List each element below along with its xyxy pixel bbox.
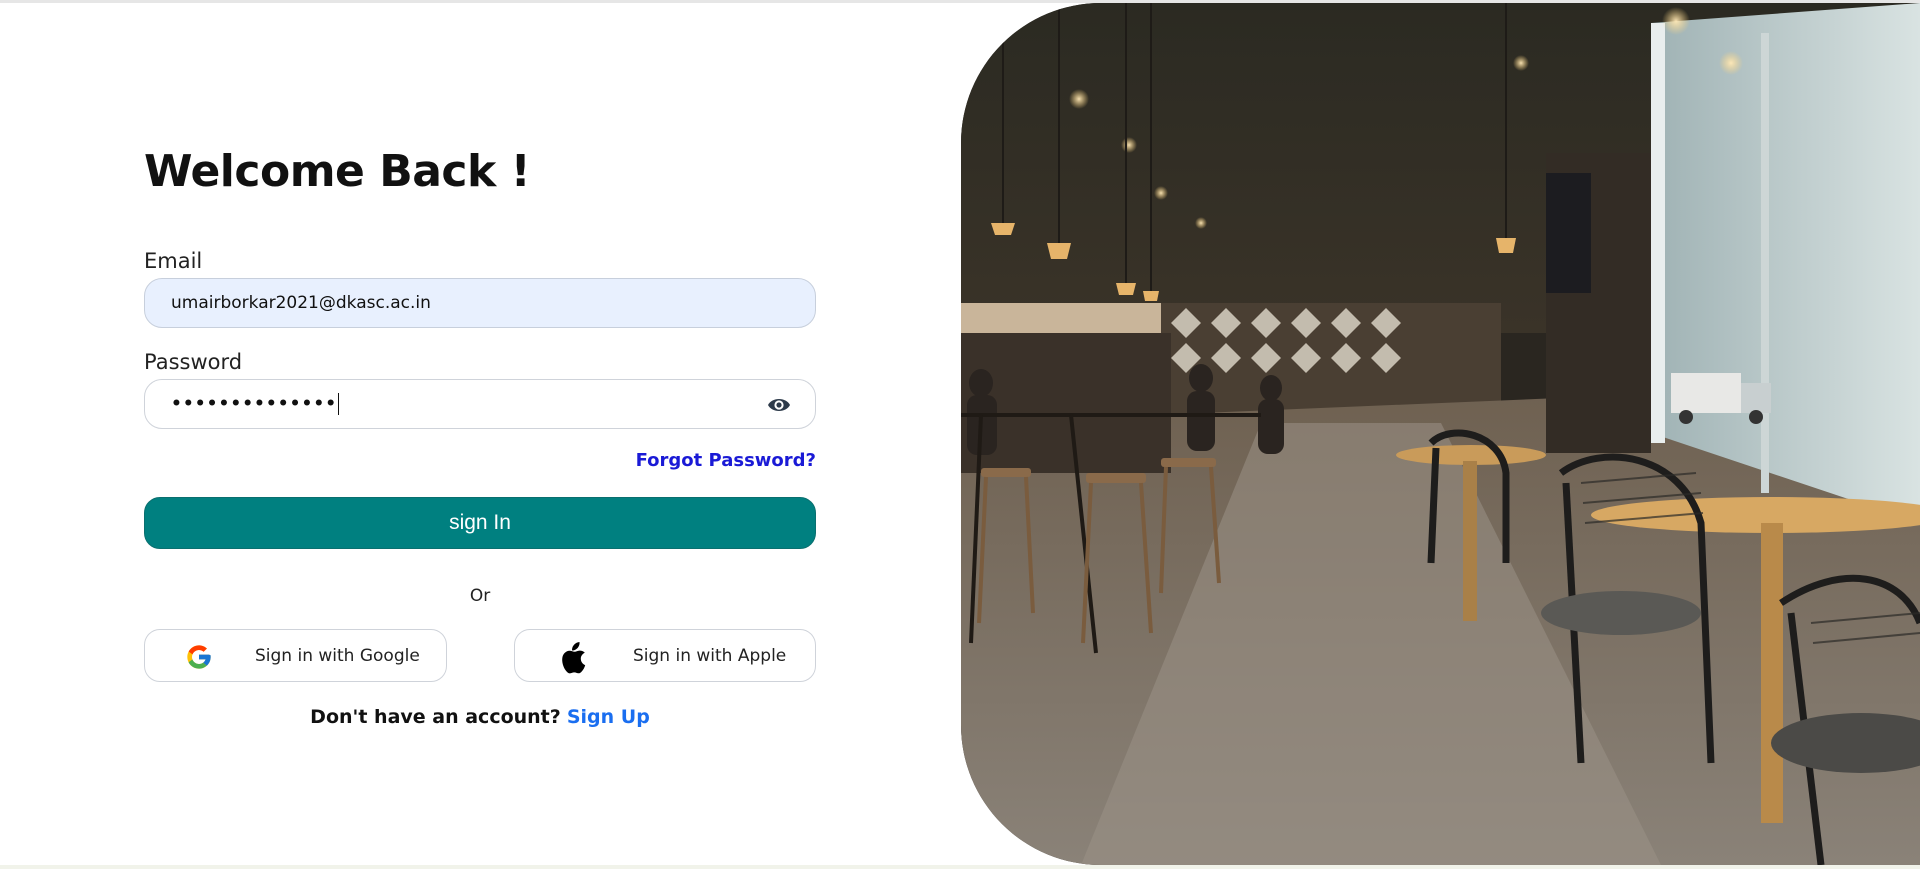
password-field[interactable]: ••••••••••••••: [144, 379, 816, 429]
email-value: umairborkar2021@dkasc.ac.in: [171, 293, 431, 313]
sign-in-button[interactable]: sign In: [144, 497, 816, 549]
email-label: Email: [144, 249, 203, 273]
text-caret: [338, 393, 340, 415]
signup-prompt: Don't have an account? Sign Up: [144, 706, 816, 728]
google-icon: [185, 643, 213, 671]
no-account-text: Don't have an account?: [310, 706, 561, 728]
cafe-interior-photo: [961, 3, 1920, 865]
password-value: ••••••••••••••: [171, 394, 338, 414]
apple-sign-in-label: Sign in with Apple: [633, 646, 787, 666]
google-sign-in-button[interactable]: Sign in with Google: [144, 629, 447, 682]
or-divider: Or: [469, 586, 491, 606]
page-title: Welcome Back !: [144, 146, 531, 197]
password-label: Password: [144, 350, 243, 374]
email-field[interactable]: umairborkar2021@dkasc.ac.in: [144, 278, 816, 328]
apple-sign-in-button[interactable]: Sign in with Apple: [514, 629, 816, 682]
eye-icon[interactable]: [767, 394, 791, 416]
google-sign-in-label: Sign in with Google: [255, 646, 420, 666]
sign-up-link[interactable]: Sign Up: [567, 706, 650, 728]
bottom-border: [0, 865, 1920, 869]
forgot-password-link[interactable]: Forgot Password?: [144, 450, 816, 471]
apple-icon: [559, 640, 589, 674]
